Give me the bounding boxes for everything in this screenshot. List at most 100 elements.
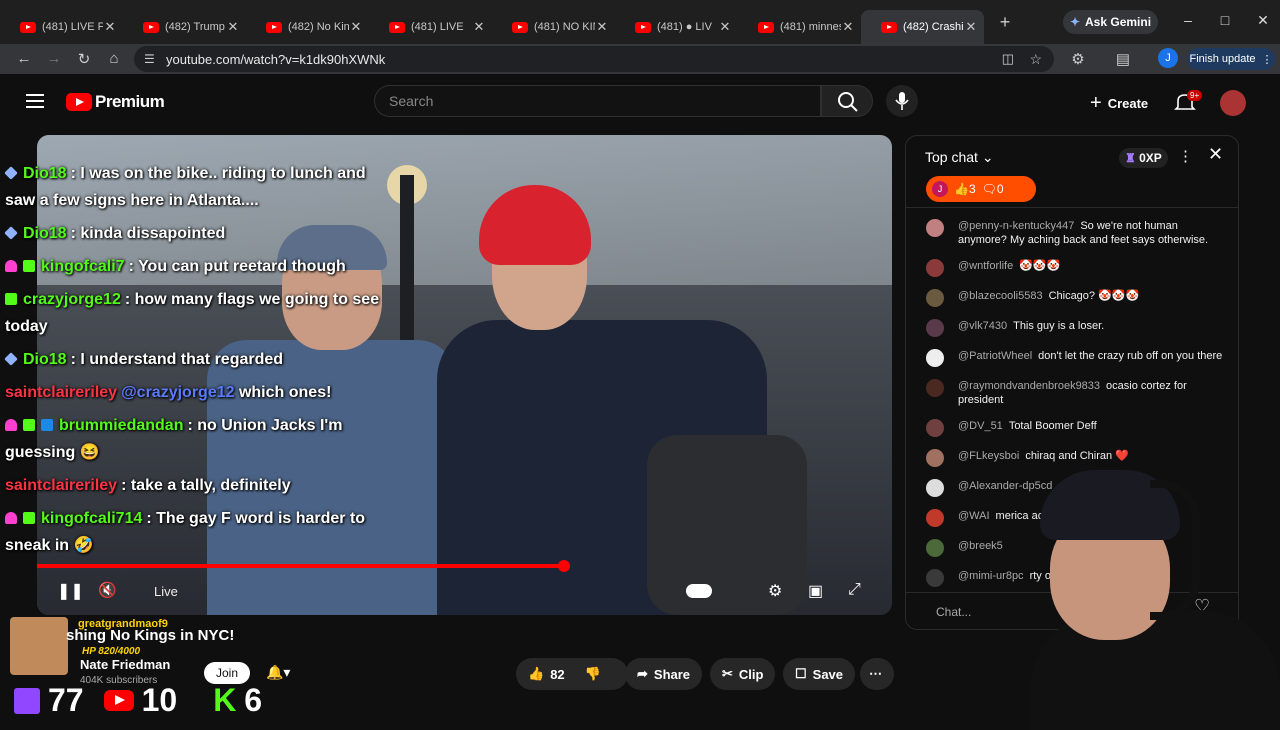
browser-tab[interactable]: (482) Crashing✕: [861, 10, 984, 44]
chat-message[interactable]: @DV_51 Total Boomer Deff: [906, 416, 1238, 440]
chat-username[interactable]: @DV_51: [958, 420, 1003, 432]
channel-name[interactable]: Nate Friedman: [80, 657, 170, 672]
minimize-icon[interactable]: –: [1178, 12, 1198, 28]
close-tab-icon[interactable]: ✕: [718, 19, 732, 35]
browser-tab[interactable]: (481) NO KIN ✕: [492, 10, 615, 44]
chat-avatar[interactable]: [926, 219, 944, 237]
chat-message-text: 🤡🤡🤡: [1019, 260, 1061, 272]
like-count[interactable]: 82: [550, 667, 564, 682]
maximize-icon[interactable]: □: [1215, 12, 1235, 28]
chat-avatar[interactable]: [926, 289, 944, 307]
side-panel-icon[interactable]: ▤: [1113, 50, 1133, 68]
reload-icon[interactable]: ↻: [74, 50, 94, 68]
menu-icon[interactable]: [26, 94, 44, 112]
chat-avatar[interactable]: [926, 569, 944, 587]
home-icon[interactable]: ⌂: [104, 50, 124, 67]
chat-avatar[interactable]: [926, 449, 944, 467]
close-tab-icon[interactable]: ✕: [103, 19, 117, 35]
scissors-icon: ✂: [722, 666, 733, 681]
bookmark-star-icon[interactable]: ☆: [1029, 51, 1042, 68]
browser-tab[interactable]: (481) ● LIV ✕: [615, 10, 738, 44]
close-window-icon[interactable]: ✕: [1253, 12, 1273, 29]
clip-button[interactable]: ✂ Clip: [710, 658, 776, 690]
tab-title: (482) No King: [288, 21, 349, 33]
url-text: youtube.com/watch?v=k1dk90hXWNk: [166, 51, 386, 67]
chat-message[interactable]: @penny-n-kentucky447 So we're not human a…: [906, 216, 1238, 250]
more-actions-icon[interactable]: ⋯: [860, 658, 894, 690]
overlay-chat-username: Dio18: [23, 225, 67, 242]
notification-bell-icon[interactable]: 🔔▾: [266, 664, 290, 681]
account-avatar[interactable]: [1220, 90, 1246, 116]
install-app-icon[interactable]: ◫: [1002, 51, 1014, 67]
diamond-badge-icon: [4, 352, 18, 366]
chat-avatar[interactable]: [926, 379, 944, 397]
chat-avatar[interactable]: [926, 479, 944, 497]
channel-avatar[interactable]: [10, 617, 68, 675]
share-button[interactable]: ➦ Share: [625, 658, 703, 690]
ask-gemini-button[interactable]: ✦ Ask Gemini: [1063, 10, 1158, 34]
chat-message[interactable]: @blazecooli5583 Chicago? 🤡🤡🤡: [906, 286, 1238, 310]
site-info-icon[interactable]: ☰: [144, 52, 155, 66]
chat-message[interactable]: @PatriotWheel don't let the crazy rub off…: [906, 346, 1238, 370]
finish-update-button[interactable]: Finish update ⋮: [1187, 48, 1275, 70]
back-icon[interactable]: ←: [14, 50, 34, 67]
chat-message[interactable]: @vlk7430 This guy is a loser.: [906, 316, 1238, 340]
thumbs-down-icon[interactable]: 👎: [585, 666, 601, 682]
search-button[interactable]: [821, 85, 873, 117]
mute-icon[interactable]: 🔇: [98, 581, 117, 599]
close-tab-icon[interactable]: ✕: [472, 19, 486, 35]
close-tab-icon[interactable]: ✕: [349, 19, 363, 35]
new-tab-icon[interactable]: +: [990, 12, 1020, 33]
fullscreen-icon[interactable]: ⤢: [848, 581, 861, 599]
browser-tab[interactable]: (482) No King✕: [246, 10, 369, 44]
top-chat-dropdown[interactable]: Top chat ⌄: [925, 149, 994, 166]
forward-icon[interactable]: →: [44, 50, 64, 67]
save-button[interactable]: ☐ Save: [783, 658, 856, 690]
chat-avatar[interactable]: [926, 349, 944, 367]
theater-mode-icon[interactable]: ▣: [808, 581, 823, 601]
close-tab-icon[interactable]: ✕: [841, 19, 855, 35]
chat-username[interactable]: @PatriotWheel: [958, 350, 1032, 362]
browser-tab[interactable]: (481) LIVE Fro✕: [0, 10, 123, 44]
voice-search-button[interactable]: [886, 85, 918, 117]
close-tab-icon[interactable]: ✕: [964, 19, 978, 35]
chat-avatar[interactable]: [926, 539, 944, 557]
chat-avatar[interactable]: [926, 259, 944, 277]
progress-scrubber[interactable]: [557, 560, 570, 572]
create-button[interactable]: + Create: [1090, 92, 1148, 115]
chat-avatar[interactable]: [926, 319, 944, 337]
chat-username[interactable]: @raymondvandenbroek9833: [958, 380, 1100, 392]
close-tab-icon[interactable]: ✕: [595, 19, 609, 35]
address-bar[interactable]: ☰ youtube.com/watch?v=k1dk90hXWNk ◫ ☆: [134, 46, 1054, 72]
chat-message[interactable]: @wntforlife 🤡🤡🤡: [906, 256, 1238, 280]
chat-username[interactable]: @WAI: [958, 510, 990, 522]
search-input[interactable]: Search: [374, 85, 821, 117]
chat-username[interactable]: @penny-n-kentucky447: [958, 220, 1074, 232]
chat-username[interactable]: @wntforlife: [958, 260, 1013, 272]
thumbs-up-icon[interactable]: 👍: [528, 666, 544, 682]
chat-username[interactable]: @breek5: [958, 540, 1003, 552]
chat-menu-icon[interactable]: ⋮: [1178, 147, 1193, 165]
youtube-logo[interactable]: Premium: [66, 92, 165, 112]
close-chat-icon[interactable]: ✕: [1208, 144, 1223, 165]
close-tab-icon[interactable]: ✕: [226, 19, 240, 35]
browser-tab[interactable]: (481) LIVE ✕: [369, 10, 492, 44]
browser-tab[interactable]: (482) Trump Fi✕: [123, 10, 246, 44]
extensions-icon[interactable]: ⚙: [1068, 50, 1088, 68]
video-progress-bar[interactable]: [37, 560, 892, 572]
chat-engagement-pill[interactable]: J 👍3 🗨0: [926, 176, 1036, 202]
pause-icon[interactable]: ❚❚: [57, 581, 84, 601]
chat-avatar[interactable]: [926, 509, 944, 527]
chat-username[interactable]: @blazecooli5583: [958, 290, 1043, 302]
xp-badge[interactable]: ♜ 0XP: [1119, 148, 1168, 168]
settings-icon[interactable]: ⚙: [768, 581, 782, 601]
profile-avatar[interactable]: J: [1158, 48, 1178, 68]
autoplay-toggle[interactable]: [686, 584, 712, 598]
sprout-badge-icon: [23, 260, 35, 272]
join-button[interactable]: Join: [204, 662, 250, 684]
chat-message[interactable]: @raymondvandenbroek9833 ocasio cortez for…: [906, 376, 1238, 410]
chat-avatar[interactable]: [926, 419, 944, 437]
chat-username[interactable]: @vlk7430: [958, 320, 1007, 332]
live-indicator[interactable]: Live: [154, 584, 178, 599]
browser-tab[interactable]: (481) minneso✕: [738, 10, 861, 44]
